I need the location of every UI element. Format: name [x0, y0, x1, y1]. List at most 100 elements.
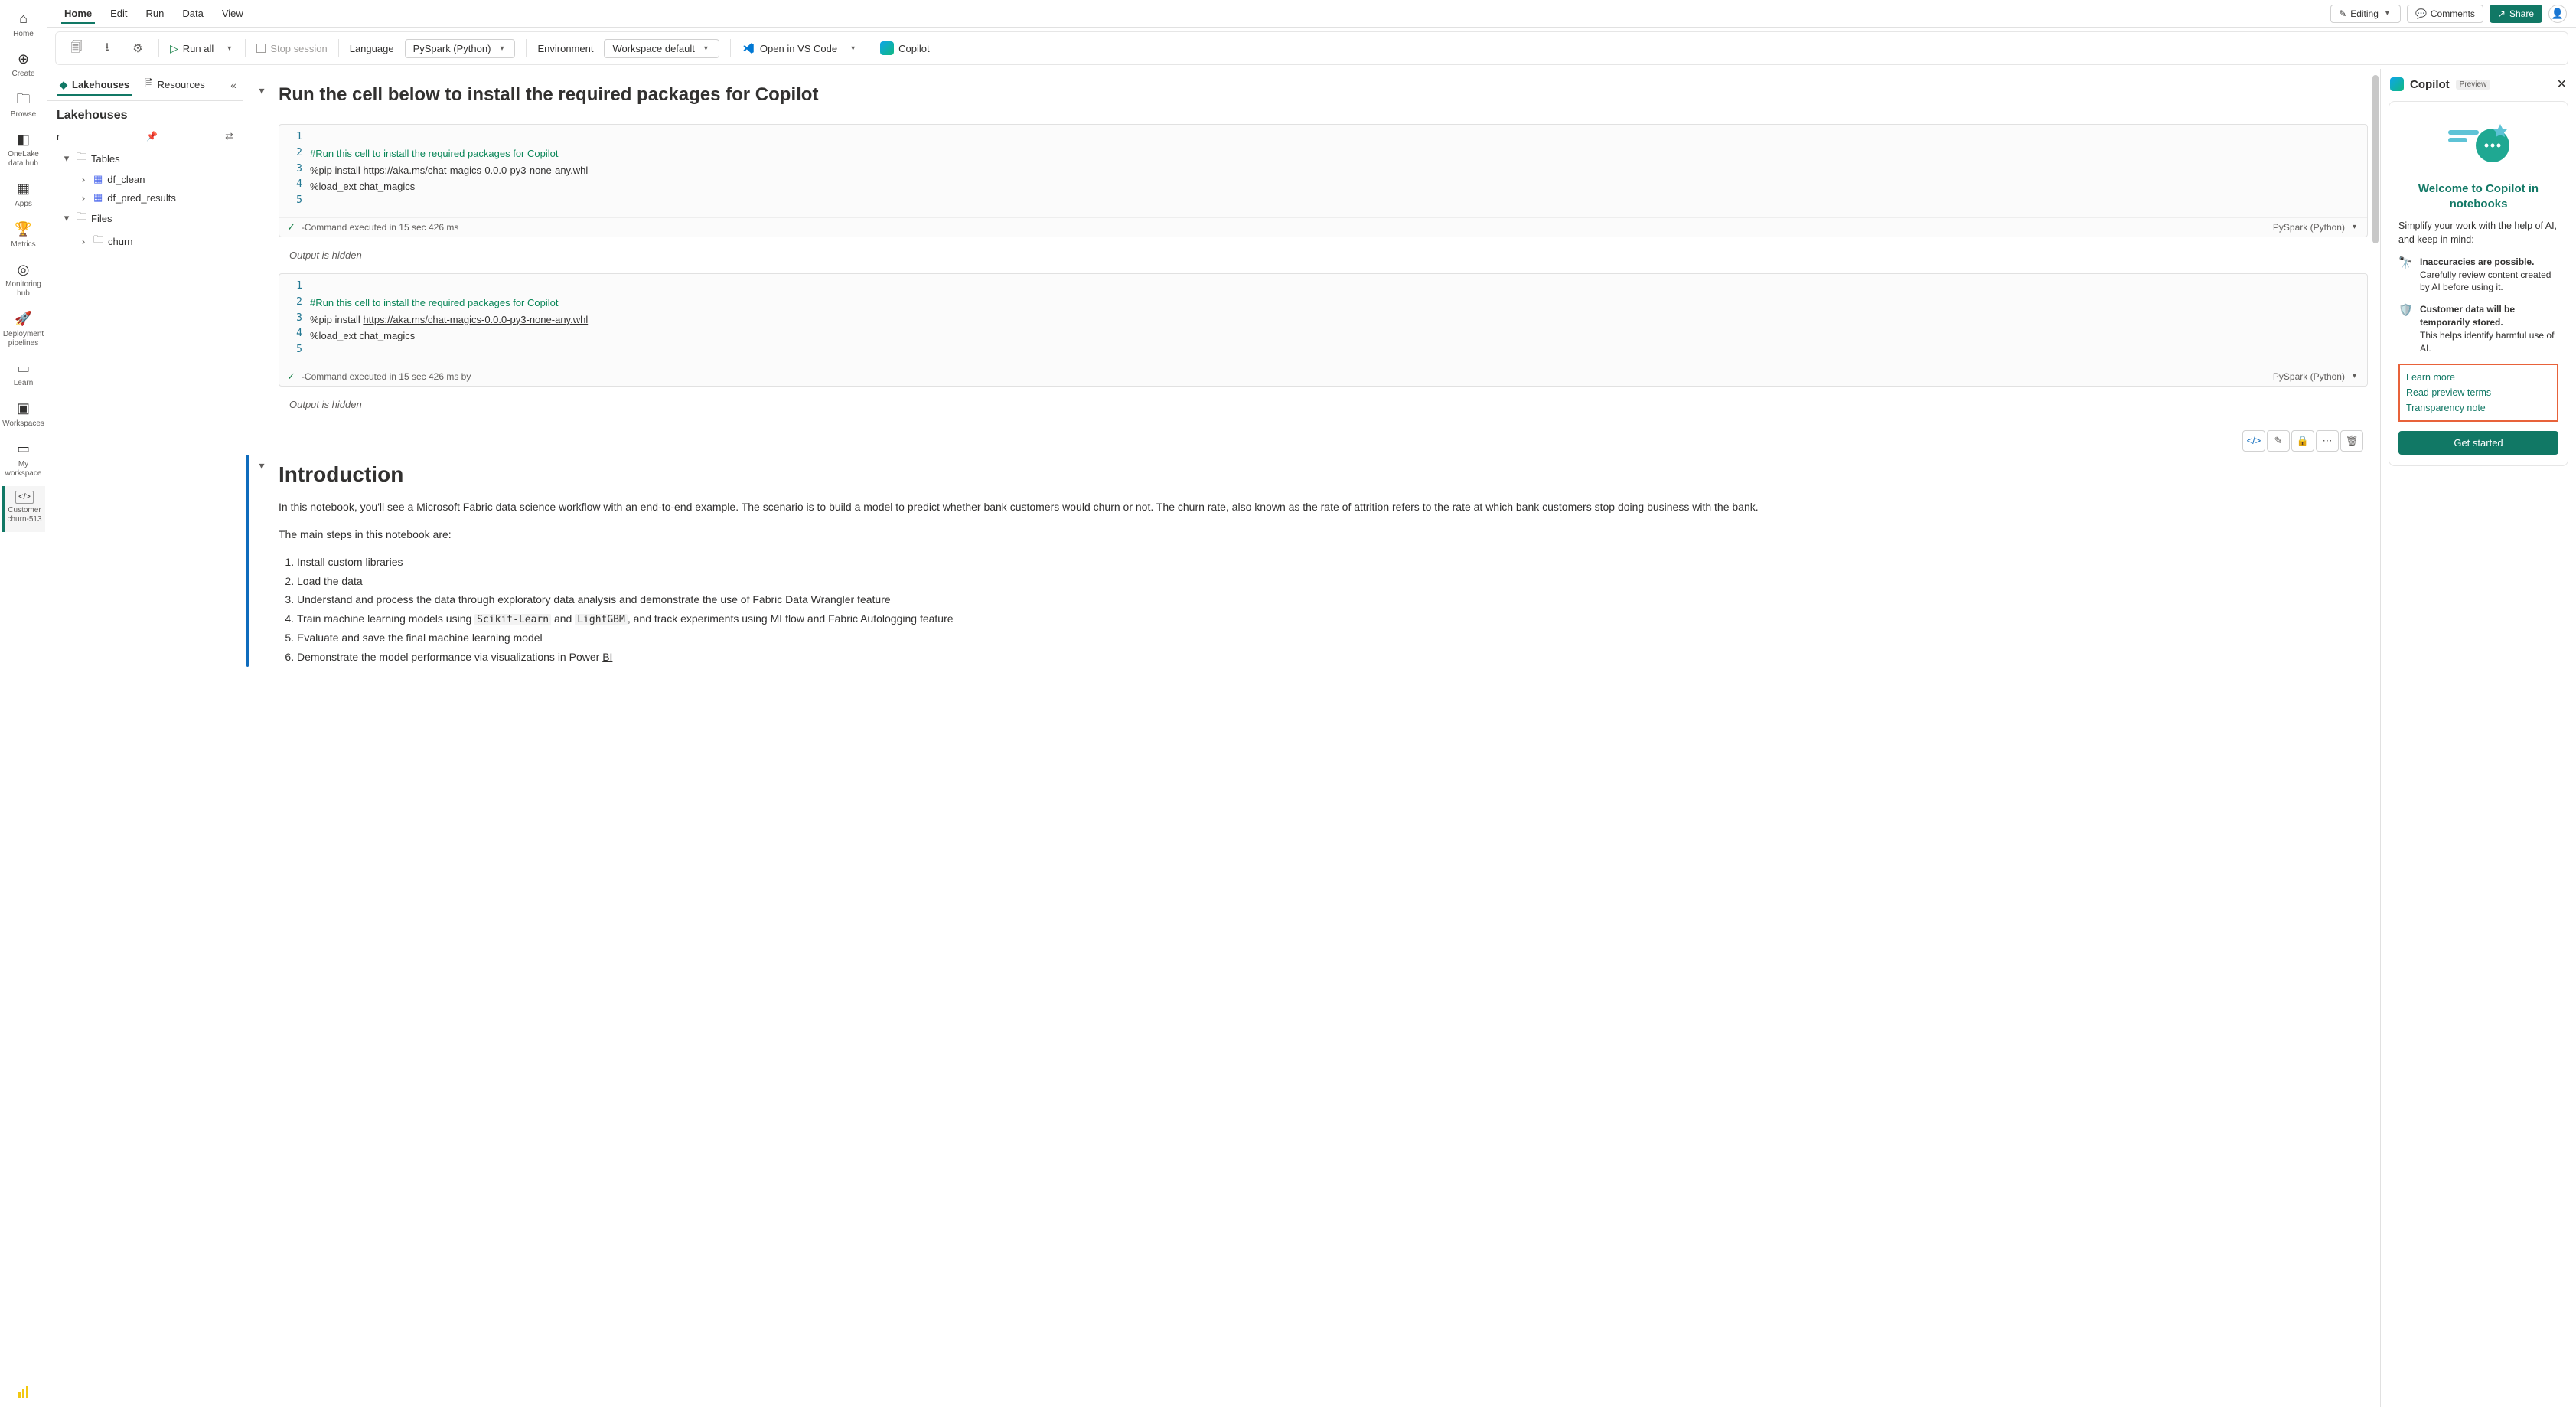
chevron-right-icon: ›: [78, 192, 89, 204]
editing-mode-button[interactable]: ✎Editing▾: [2330, 5, 2401, 23]
code-cell-1[interactable]: 12345 #Run this cell to install the requ…: [279, 124, 2368, 237]
share-button[interactable]: ↗Share: [2490, 5, 2542, 23]
avatar-icon[interactable]: 👤: [2548, 5, 2567, 23]
preview-terms-link[interactable]: Read preview terms: [2406, 385, 2551, 400]
vscode-dropdown[interactable]: ▾: [848, 44, 858, 53]
tree-df-clean[interactable]: ›▦df_clean: [47, 170, 243, 188]
tree-churn[interactable]: ›🗀churn: [47, 230, 243, 253]
cell-code-icon[interactable]: </>: [2242, 430, 2265, 452]
divider: [730, 39, 731, 57]
preview-badge: Preview: [2456, 80, 2491, 90]
cell-delete-icon[interactable]: 🗑: [2340, 430, 2363, 452]
divider: [338, 39, 339, 57]
share-icon: ↗: [2498, 8, 2506, 19]
explorer-search-row: r 📌 ⇄: [47, 127, 243, 145]
rail-onelake[interactable]: ◧OneLake data hub: [2, 127, 45, 177]
copilot-title: Copilot: [2410, 78, 2450, 91]
explorer-tab-resources[interactable]: 🗎Resources: [139, 72, 211, 98]
explorer-title: Lakehouses: [47, 101, 243, 127]
rail-browse[interactable]: 🗀Browse: [2, 87, 45, 127]
ribbon-tab-run[interactable]: Run: [139, 3, 172, 24]
cell-status: -Command executed in 15 sec 426 ms by: [302, 371, 471, 382]
cell-lang-label[interactable]: PySpark (Python): [2273, 222, 2345, 233]
chevron-down-icon[interactable]: ▾: [2349, 223, 2359, 231]
tree-tables[interactable]: ▾🗀Tables: [47, 147, 243, 170]
collapse-cell-icon[interactable]: ▾: [251, 80, 272, 97]
rail-metrics[interactable]: 🏆Metrics: [2, 217, 45, 257]
language-select[interactable]: PySpark (Python)▾: [405, 39, 516, 58]
chevron-right-icon: ›: [78, 174, 89, 185]
cell-more-icon[interactable]: ⋯: [2316, 430, 2339, 452]
rail-my-workspace[interactable]: ▭My workspace: [2, 436, 45, 486]
close-icon[interactable]: ✕: [2557, 77, 2567, 92]
folder-icon: 🗀: [77, 210, 86, 227]
cell-lock-icon[interactable]: 🔒: [2291, 430, 2314, 452]
transparency-link[interactable]: Transparency note: [2406, 400, 2551, 416]
rail-powerbi-icon[interactable]: [16, 1385, 31, 1402]
settings-icon[interactable]: ⚙: [128, 38, 148, 58]
ribbon-tab-edit[interactable]: Edit: [103, 3, 135, 24]
explorer-tab-lakehouses[interactable]: ◆Lakehouses: [54, 74, 135, 96]
rail-monitoring[interactable]: ◎Monitoring hub: [2, 257, 45, 307]
rail-apps[interactable]: ▦Apps: [2, 176, 45, 217]
chevron-down-icon[interactable]: ▾: [2349, 372, 2359, 380]
intro-heading: Introduction: [279, 462, 2368, 487]
download-icon[interactable]: ⭳: [97, 38, 117, 58]
table-icon: ▦: [93, 191, 103, 204]
lakehouse-icon: ◆: [60, 79, 67, 91]
run-all-button[interactable]: ▷Run all: [170, 42, 214, 55]
rail-learn[interactable]: ▭Learn: [2, 356, 45, 397]
tree-files[interactable]: ▾🗀Files: [47, 207, 243, 230]
cell-lang-label[interactable]: PySpark (Python): [2273, 371, 2345, 382]
line-numbers: 12345: [279, 279, 310, 362]
vscode-icon: [742, 41, 755, 55]
divider: [245, 39, 246, 57]
learn-more-link[interactable]: Learn more: [2406, 370, 2551, 385]
shield-icon: 🛡️: [2398, 303, 2412, 354]
rail-workspaces[interactable]: ▣Workspaces: [2, 396, 45, 436]
stop-session-button[interactable]: Stop session: [256, 43, 327, 54]
collapse-explorer-icon[interactable]: «: [230, 79, 236, 91]
ribbon-tab-view[interactable]: View: [214, 3, 251, 24]
output-hidden-2[interactable]: Output is hidden: [251, 394, 2368, 423]
rail-current-notebook[interactable]: </>Customer churn-513: [2, 486, 45, 532]
copilot-toolbar-button[interactable]: Copilot: [880, 41, 929, 55]
notebook-area[interactable]: ▾ Run the cell below to install the requ…: [243, 69, 2380, 1407]
ribbon-tab-home[interactable]: Home: [57, 3, 99, 24]
divider: [158, 39, 159, 57]
ribbon-tab-data[interactable]: Data: [174, 3, 210, 24]
explorer-panel: ◆Lakehouses 🗎Resources « Lakehouses r 📌 …: [47, 69, 243, 1407]
rail-home[interactable]: ⌂Home: [2, 6, 45, 47]
code-content[interactable]: #Run this cell to install the required p…: [310, 129, 2367, 213]
comment-icon: 💬: [2415, 8, 2427, 19]
stop-icon: [256, 44, 266, 53]
environment-select[interactable]: Workspace default▾: [604, 39, 719, 58]
scrollbar[interactable]: [2372, 75, 2379, 243]
environment-label: Environment: [537, 43, 593, 54]
folder-icon: 🗀: [77, 150, 86, 167]
run-dropdown[interactable]: ▾: [224, 44, 234, 53]
intro-steps-list: Install custom libraries Load the data U…: [279, 553, 2368, 665]
code-cell-2[interactable]: 12345 #Run this cell to install the requ…: [279, 273, 2368, 387]
notebook-toolbar: 🗐 ⭳ ⚙ ▷Run all ▾ Stop session Language P…: [55, 31, 2568, 65]
get-started-button[interactable]: Get started: [2398, 431, 2558, 455]
save-icon[interactable]: 🗐: [67, 38, 86, 58]
copilot-point-1: Inaccuracies are possible.Carefully revi…: [2420, 256, 2558, 294]
pin-icon[interactable]: 📌: [146, 131, 158, 142]
comments-button[interactable]: 💬Comments: [2407, 5, 2483, 23]
copilot-links-highlight: Learn more Read preview terms Transparen…: [2398, 364, 2558, 422]
cell-status: -Command executed in 15 sec 426 ms: [302, 222, 458, 233]
code-content[interactable]: #Run this cell to install the required p…: [310, 279, 2367, 362]
copilot-point-2: Customer data will be temporarily stored…: [2420, 303, 2558, 354]
swap-icon[interactable]: ⇄: [225, 130, 233, 142]
file-icon: 🗎: [145, 77, 152, 93]
open-vscode-button[interactable]: Open in VS Code: [742, 41, 837, 55]
copilot-panel: Copilot Preview ✕ Welcome to: [2380, 69, 2576, 1407]
tree-df-pred[interactable]: ›▦df_pred_results: [47, 188, 243, 207]
chevron-right-icon: ›: [78, 236, 89, 247]
rail-create[interactable]: ⊕Create: [2, 47, 45, 87]
rail-deployment[interactable]: 🚀Deployment pipelines: [2, 306, 45, 356]
cell-edit-icon[interactable]: ✎: [2267, 430, 2290, 452]
collapse-cell-icon[interactable]: ▾: [251, 455, 272, 472]
output-hidden-1[interactable]: Output is hidden: [251, 245, 2368, 273]
